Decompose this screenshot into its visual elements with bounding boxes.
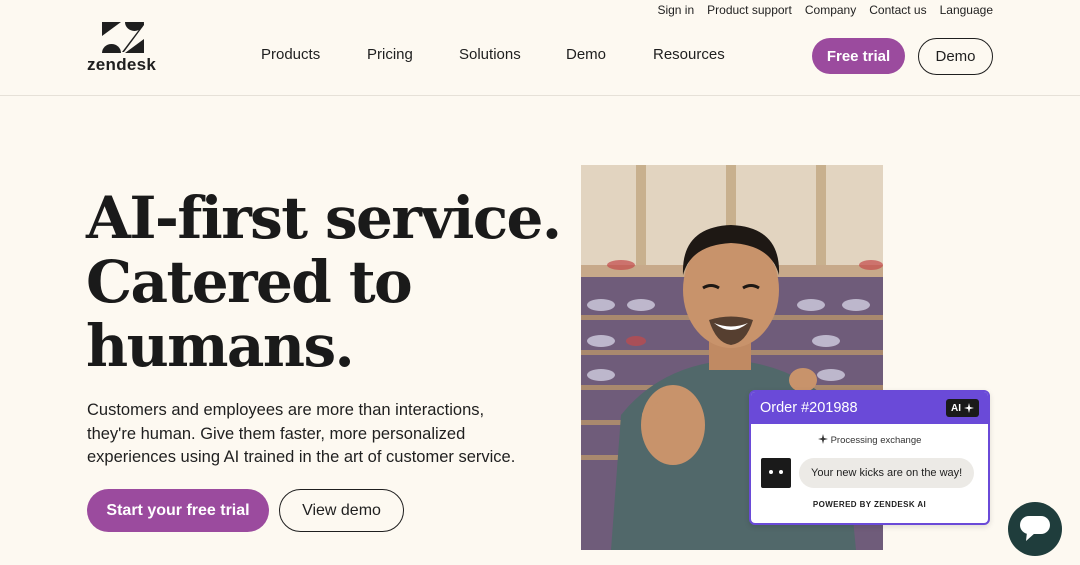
processing-status: Processing exchange [751,434,988,446]
language-link[interactable]: Language [940,3,993,17]
zendesk-logo[interactable]: zendesk [87,22,161,76]
headline-line-3: humans. [86,312,355,380]
bot-avatar-icon [761,458,791,488]
order-card-header: Order #201988 AI [751,392,988,424]
demo-button[interactable]: Demo [918,38,993,75]
site-header: Sign in Product support Company Contact … [0,0,1080,96]
nav-pricing[interactable]: Pricing [367,46,413,63]
chat-bubble-icon [1020,516,1050,541]
hero-subcopy: Customers and employees are more than in… [87,399,557,470]
free-trial-button[interactable]: Free trial [812,38,905,74]
start-free-trial-button[interactable]: Start your free trial [87,489,269,532]
order-status-card: Order #201988 AI Processing exchange You… [749,390,990,525]
utility-nav: Sign in Product support Company Contact … [657,3,993,17]
subcopy-line-1: Customers and employees are more than in… [87,401,485,419]
powered-by-label: POWERED BY ZENDESK AI [812,500,927,509]
product-support-link[interactable]: Product support [707,3,792,17]
ai-badge-label: AI [951,402,961,414]
chat-message: Your new kicks are on the way! [799,458,975,488]
nav-solutions[interactable]: Solutions [459,46,521,63]
sparkle-icon [817,434,828,444]
subcopy-line-3: experiences using AI trained in the art … [87,448,516,466]
nav-demo[interactable]: Demo [566,46,606,63]
ai-badge: AI [946,399,979,417]
nav-resources[interactable]: Resources [653,46,725,63]
subcopy-line-2: they're human. Give them faster, more pe… [87,424,466,443]
brand-wordmark: zendesk [87,55,157,74]
sparkle-icon [964,403,974,413]
nav-products[interactable]: Products [261,46,320,63]
contact-us-link[interactable]: Contact us [869,3,926,17]
chat-widget-button[interactable] [1008,502,1062,556]
company-link[interactable]: Company [805,3,856,17]
processing-status-text: Processing exchange [830,435,922,446]
hero-headline: AI-first service. Catered to humans. [86,184,562,380]
headline-line-1: AI-first service. [86,184,562,252]
sign-in-link[interactable]: Sign in [657,3,694,17]
view-demo-button[interactable]: View demo [279,489,404,532]
order-number: Order #201988 [760,400,858,416]
headline-line-2: Catered to [86,248,413,316]
zendesk-logo-icon [102,22,144,53]
